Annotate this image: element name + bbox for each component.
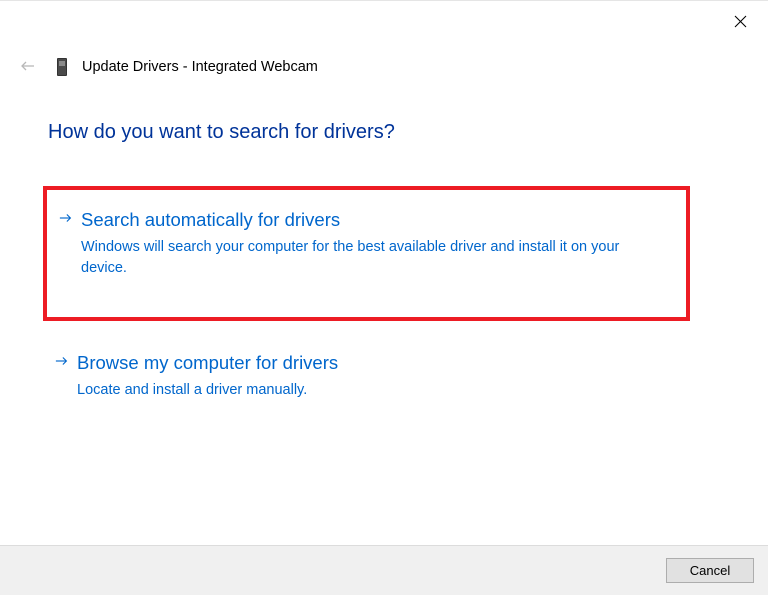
arrow-right-icon bbox=[55, 354, 69, 373]
back-button[interactable] bbox=[20, 58, 36, 74]
arrow-left-icon bbox=[20, 58, 36, 74]
option-description: Windows will search your computer for th… bbox=[81, 237, 670, 279]
arrow-right-icon bbox=[59, 211, 73, 230]
option-description: Locate and install a driver manually. bbox=[77, 380, 704, 401]
close-button[interactable] bbox=[730, 11, 750, 31]
main-content: How do you want to search for drivers? S… bbox=[0, 85, 768, 421]
cancel-button[interactable]: Cancel bbox=[666, 558, 754, 583]
prompt-heading: How do you want to search for drivers? bbox=[48, 121, 720, 144]
footer-bar: Cancel bbox=[0, 545, 768, 595]
option-title: Browse my computer for drivers bbox=[77, 351, 704, 376]
wizard-header: Update Drivers - Integrated Webcam bbox=[0, 45, 768, 85]
cancel-button-label: Cancel bbox=[690, 563, 730, 578]
option-search-automatically[interactable]: Search automatically for drivers Windows… bbox=[43, 186, 690, 321]
option-browse-computer[interactable]: Browse my computer for drivers Locate an… bbox=[43, 347, 720, 421]
option-title: Search automatically for drivers bbox=[81, 208, 670, 233]
device-icon bbox=[54, 55, 70, 79]
wizard-title: Update Drivers - Integrated Webcam bbox=[82, 59, 318, 75]
title-bar bbox=[0, 0, 768, 45]
close-icon bbox=[734, 15, 747, 28]
